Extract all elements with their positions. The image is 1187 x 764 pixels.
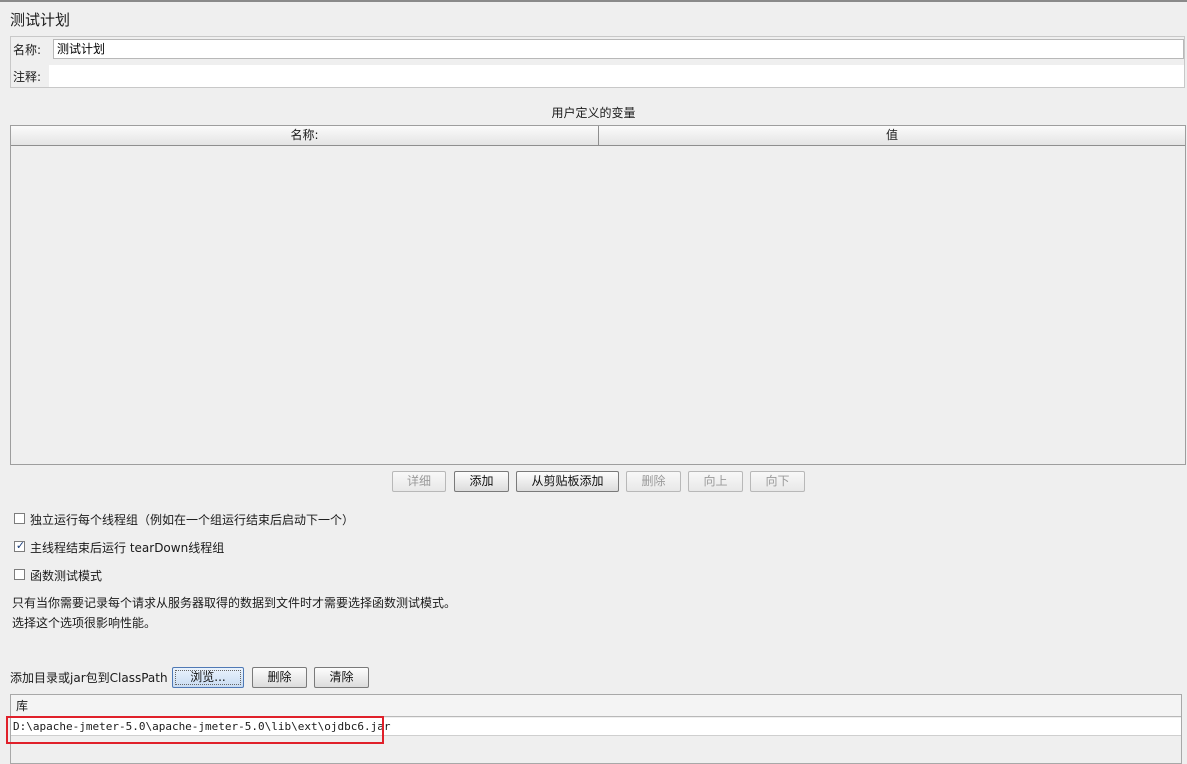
classpath-label: 添加目录或jar包到ClassPath	[10, 671, 168, 685]
add-button[interactable]: 添加	[454, 471, 509, 492]
add-from-clipboard-button[interactable]: 从剪贴板添加	[516, 471, 619, 492]
comment-label: 注释:	[13, 70, 42, 84]
functional-mode-note-1: 只有当你需要记录每个请求从服务器取得的数据到文件时才需要选择函数测试模式。	[12, 596, 457, 610]
serialize-thread-groups-checkbox[interactable]	[14, 513, 25, 524]
comment-field[interactable]	[49, 65, 1184, 87]
user-variables-title: 用户定义的变量	[551, 106, 636, 120]
library-header[interactable]: 库	[11, 695, 1181, 717]
user-variables-header: 名称: 值	[11, 126, 1185, 146]
name-label: 名称:	[13, 43, 42, 57]
name-comment-panel: 名称: 测试计划 注释:	[10, 36, 1185, 88]
window-top-border	[0, 0, 1187, 2]
detail-button[interactable]: 详细	[392, 471, 446, 492]
teardown-on-shutdown-label: 主线程结束后运行 tearDown线程组	[30, 541, 225, 555]
serialize-thread-groups-label: 独立运行每个线程组（例如在一个组运行结束后启动下一个）	[30, 513, 355, 527]
move-up-button[interactable]: 向上	[688, 471, 743, 492]
functional-test-mode-checkbox[interactable]	[14, 569, 25, 580]
clear-classpath-button[interactable]: 清除	[314, 667, 369, 688]
user-variables-table[interactable]: 名称: 值	[10, 125, 1186, 465]
page-title: 测试计划	[10, 11, 71, 29]
column-header-name[interactable]: 名称:	[11, 126, 598, 145]
checkmark-icon: ✓	[15, 539, 26, 552]
column-header-value[interactable]: 值	[599, 126, 1185, 145]
functional-test-mode-label: 函数测试模式	[30, 569, 103, 583]
name-field[interactable]: 测试计划	[53, 39, 1184, 59]
teardown-on-shutdown-checkbox[interactable]: ✓	[14, 539, 26, 552]
move-down-button[interactable]: 向下	[750, 471, 805, 492]
highlight-annotation-box	[6, 716, 384, 744]
browse-button[interactable]: 浏览...	[172, 667, 244, 688]
delete-variable-button[interactable]: 删除	[626, 471, 681, 492]
functional-mode-note-2: 选择这个选项很影响性能。	[12, 616, 157, 630]
delete-classpath-button[interactable]: 删除	[252, 667, 307, 688]
